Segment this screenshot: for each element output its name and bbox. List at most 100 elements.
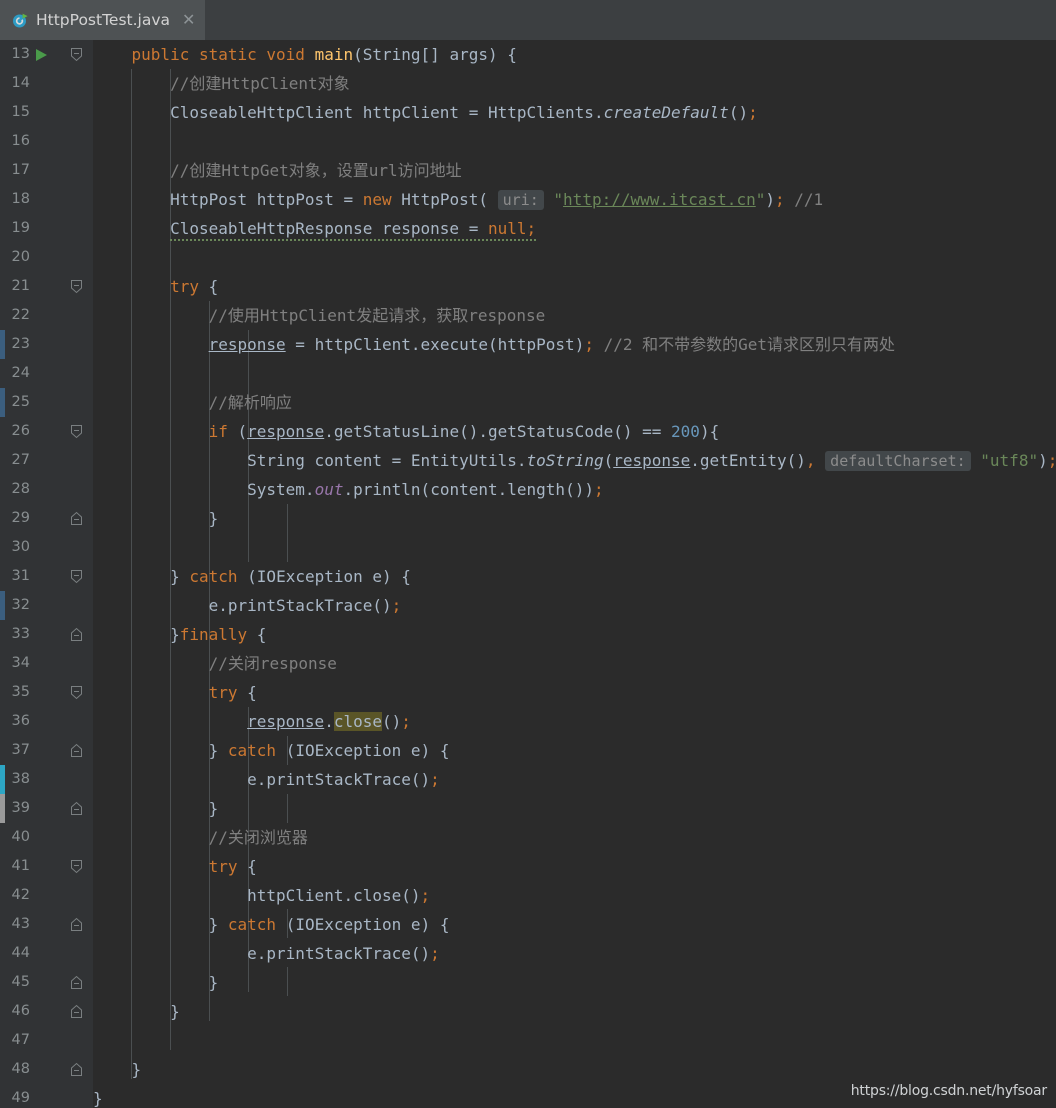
code-line[interactable]: 35 try { xyxy=(0,678,1056,707)
code-line[interactable]: 20 xyxy=(0,243,1056,272)
gutter[interactable]: 15 xyxy=(0,98,93,127)
code-text: } xyxy=(208,799,219,818)
gutter[interactable]: 47 xyxy=(0,1026,93,1055)
gutter[interactable]: 48 xyxy=(0,1055,93,1084)
code-line[interactable]: 42 httpClient.close(); xyxy=(0,881,1056,910)
line-number: 46 xyxy=(11,1003,30,1019)
code-line[interactable]: 27 String content = EntityUtils.toString… xyxy=(0,446,1056,475)
code-line[interactable]: 25 //解析响应 xyxy=(0,388,1056,417)
caret-identifier-highlight: close xyxy=(333,712,382,731)
code-text: response.close(); xyxy=(247,712,411,731)
gutter[interactable]: 43 xyxy=(0,910,93,939)
code-line[interactable]: 34 //关闭response xyxy=(0,649,1056,678)
gutter[interactable]: 24 xyxy=(0,359,93,388)
gutter[interactable]: 22 xyxy=(0,301,93,330)
code-line[interactable]: 18 HttpPost httpPost = new HttpPost( uri… xyxy=(0,185,1056,214)
gutter[interactable]: 29 xyxy=(0,504,93,533)
line-number: 31 xyxy=(11,568,30,584)
gutter[interactable]: 14 xyxy=(0,69,93,98)
code-line[interactable]: 21 try { xyxy=(0,272,1056,301)
fold-start-icon[interactable] xyxy=(69,685,84,700)
gutter[interactable]: 16 xyxy=(0,127,93,156)
line-number: 23 xyxy=(11,336,30,352)
fold-start-icon[interactable] xyxy=(69,569,84,584)
fold-end-icon[interactable] xyxy=(69,743,84,758)
gutter[interactable]: 26 xyxy=(0,417,93,446)
code-line[interactable]: 32 e.printStackTrace(); xyxy=(0,591,1056,620)
fold-end-icon[interactable] xyxy=(69,1062,84,1077)
code-line[interactable]: 19 CloseableHttpResponse response = null… xyxy=(0,214,1056,243)
code-line[interactable]: 24 xyxy=(0,359,1056,388)
gutter[interactable]: 41 xyxy=(0,852,93,881)
code-line[interactable]: 26 if (response.getStatusLine().getStatu… xyxy=(0,417,1056,446)
code-line[interactable]: 23 response = httpClient.execute(httpPos… xyxy=(0,330,1056,359)
gutter[interactable]: 35 xyxy=(0,678,93,707)
code-line[interactable]: 29 } xyxy=(0,504,1056,533)
gutter[interactable]: 46 xyxy=(0,997,93,1026)
code-line[interactable]: 30 xyxy=(0,533,1056,562)
gutter[interactable]: 23 xyxy=(0,330,93,359)
code-line[interactable]: 46 } xyxy=(0,997,1056,1026)
code-line[interactable]: 31 } catch (IOException e) { xyxy=(0,562,1056,591)
gutter[interactable]: 20 xyxy=(0,243,93,272)
gutter[interactable]: 34 xyxy=(0,649,93,678)
gutter[interactable]: 39 xyxy=(0,794,93,823)
fold-end-icon[interactable] xyxy=(69,511,84,526)
gutter[interactable]: 36 xyxy=(0,707,93,736)
fold-start-icon[interactable] xyxy=(69,47,84,62)
line-number: 19 xyxy=(11,220,30,236)
code-line[interactable]: 28 System.out.println(content.length()); xyxy=(0,475,1056,504)
gutter[interactable]: 25 xyxy=(0,388,93,417)
code-line[interactable]: 33 }finally { xyxy=(0,620,1056,649)
gutter[interactable]: 37 xyxy=(0,736,93,765)
code-line[interactable]: 36 response.close(); xyxy=(0,707,1056,736)
gutter[interactable]: 19 xyxy=(0,214,93,243)
code-line[interactable]: 38 e.printStackTrace(); xyxy=(0,765,1056,794)
gutter[interactable]: 44 xyxy=(0,939,93,968)
code-line[interactable]: 16 xyxy=(0,127,1056,156)
fold-end-icon[interactable] xyxy=(69,917,84,932)
code-line[interactable]: 48 } xyxy=(0,1055,1056,1084)
gutter[interactable]: 49 xyxy=(0,1084,93,1108)
fold-start-icon[interactable] xyxy=(69,424,84,439)
fold-end-icon[interactable] xyxy=(69,975,84,990)
code-line[interactable]: 47 xyxy=(0,1026,1056,1055)
fold-start-icon[interactable] xyxy=(69,859,84,874)
code-text: } xyxy=(131,1060,142,1079)
fold-start-icon[interactable] xyxy=(69,279,84,294)
code-line[interactable]: 14 //创建HttpClient对象 xyxy=(0,69,1056,98)
gutter[interactable]: 40 xyxy=(0,823,93,852)
gutter[interactable]: 30 xyxy=(0,533,93,562)
code-line[interactable]: 45 } xyxy=(0,968,1056,997)
code-line[interactable]: 43 } catch (IOException e) { xyxy=(0,910,1056,939)
code-line[interactable]: 17 //创建HttpGet对象，设置url访问地址 xyxy=(0,156,1056,185)
code-line[interactable]: 15 CloseableHttpClient httpClient = Http… xyxy=(0,98,1056,127)
code-line[interactable]: 44 e.printStackTrace(); xyxy=(0,939,1056,968)
gutter[interactable]: 45 xyxy=(0,968,93,997)
fold-end-icon[interactable] xyxy=(69,1004,84,1019)
gutter[interactable]: 42 xyxy=(0,881,93,910)
code-line[interactable]: 40 //关闭浏览器 xyxy=(0,823,1056,852)
gutter[interactable]: 32 xyxy=(0,591,93,620)
editor-tab-label: HttpPostTest.java xyxy=(36,11,171,29)
gutter[interactable]: 13 xyxy=(0,40,93,69)
code-line[interactable]: 13 public static void main(String[] args… xyxy=(0,40,1056,69)
fold-end-icon[interactable] xyxy=(69,627,84,642)
code-line[interactable]: 22 //使用HttpClient发起请求，获取response xyxy=(0,301,1056,330)
code-line[interactable]: 39 } xyxy=(0,794,1056,823)
gutter[interactable]: 38 xyxy=(0,765,93,794)
gutter[interactable]: 21 xyxy=(0,272,93,301)
gutter[interactable]: 27 xyxy=(0,446,93,475)
gutter[interactable]: 31 xyxy=(0,562,93,591)
code-line[interactable]: 37 } catch (IOException e) { xyxy=(0,736,1056,765)
fold-end-icon[interactable] xyxy=(69,801,84,816)
gutter[interactable]: 18 xyxy=(0,185,93,214)
run-gutter-icon[interactable] xyxy=(36,49,47,61)
gutter[interactable]: 33 xyxy=(0,620,93,649)
code-editor[interactable]: 13 public static void main(String[] args… xyxy=(0,40,1056,1108)
code-line[interactable]: 41 try { xyxy=(0,852,1056,881)
gutter[interactable]: 17 xyxy=(0,156,93,185)
editor-tab-httpposttest[interactable]: HttpPostTest.java ✕ xyxy=(0,0,206,40)
gutter[interactable]: 28 xyxy=(0,475,93,504)
close-icon[interactable]: ✕ xyxy=(182,12,195,28)
